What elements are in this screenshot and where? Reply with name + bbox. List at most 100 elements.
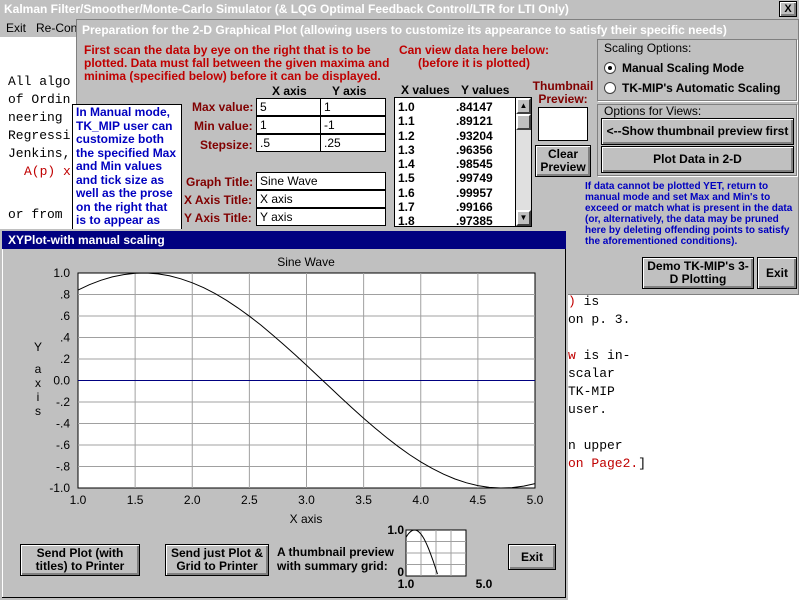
- menu-recon[interactable]: Re-Con: [36, 21, 77, 35]
- y-tick-label: -.2: [56, 395, 70, 409]
- data-scrollbar[interactable]: ▲ ▼: [515, 98, 531, 226]
- x-axis-label: X axis: [290, 512, 323, 526]
- list-item[interactable]: 1.4 .98545: [398, 157, 493, 171]
- y-axis-label: Y axis: [34, 340, 42, 418]
- scaling-options-label: Scaling Options:: [604, 41, 692, 55]
- y-tick-label: .4: [60, 331, 70, 345]
- thumb-x-right: 5.0: [476, 577, 493, 591]
- x-value: 1.0: [398, 100, 415, 114]
- data-rows: 1.0 .84147 1.1 .89121 1.2 .93204 1.3 .96356 1.4.…: [398, 100, 493, 229]
- auto-scaling-radio[interactable]: TK-MIP's Automatic Scaling: [604, 81, 780, 95]
- min-label: Min value:: [194, 119, 253, 133]
- data-listbox[interactable]: 1.0 .84147 1.1 .89121 1.2 .93204 1.3 .96356 1.4.…: [394, 97, 532, 229]
- x-tick-label: 2.5: [241, 493, 258, 507]
- list-item[interactable]: 1.8 .97385: [398, 214, 493, 228]
- x-tick-label: 3.5: [355, 493, 372, 507]
- step-label: Stepsize:: [200, 138, 253, 152]
- list-item[interactable]: 1.5 .99749: [398, 171, 493, 185]
- list-item[interactable]: 1.2 .93204: [398, 129, 493, 143]
- x-tick-label: 4.0: [412, 493, 429, 507]
- scroll-thumb[interactable]: [516, 114, 531, 130]
- bg-line: Regressi: [8, 128, 71, 143]
- data-header-x: X values: [401, 83, 450, 97]
- x-axis-title-label: X Axis Title:: [184, 193, 253, 207]
- list-item[interactable]: 1.7 .99166: [398, 200, 493, 214]
- y-tick-label: -1.0: [49, 481, 70, 495]
- max-label: Max value:: [192, 100, 254, 114]
- main-menu-bar: Exit Re-Con: [0, 19, 80, 37]
- x-tick-label: 5.0: [527, 493, 544, 507]
- bg-line: neering: [8, 110, 63, 125]
- demo-3d-button[interactable]: Demo TK-MIP's 3-D Plotting: [642, 257, 754, 289]
- manual-note: In Manual mode, TK_MIP user can customiz…: [76, 105, 177, 229]
- y-axis-title-label: Y Axis Title:: [184, 211, 252, 225]
- y-value: .89121: [456, 114, 493, 129]
- prep-exit-button[interactable]: Exit: [757, 257, 797, 289]
- main-bg-text-right: ) is on p. 3. w is in- scalar TK-MIP use…: [568, 294, 647, 471]
- y-tick-label: -.8: [56, 460, 70, 474]
- instructions-text: First scan the data by eye on the right …: [84, 43, 390, 83]
- x-axis-header: X axis: [272, 84, 307, 98]
- y-axis-title-input[interactable]: Y axis: [256, 208, 386, 226]
- graph-title-label: Graph Title:: [186, 175, 254, 189]
- x-min-input[interactable]: 1: [256, 116, 321, 134]
- radio-selected-icon: [604, 62, 616, 74]
- bg-line: All algo: [8, 74, 71, 89]
- y-tick-label: -.6: [56, 438, 70, 452]
- bg-line: of Ordin: [8, 92, 71, 107]
- thumb-x-left: 1.0: [398, 577, 415, 591]
- warning-note: If data cannot be plotted YET, return to…: [585, 181, 793, 247]
- main-close-button[interactable]: X: [779, 1, 797, 17]
- y-tick-label: .8: [60, 288, 70, 302]
- radio-unselected-icon: [604, 82, 616, 94]
- y-axis-header: Y axis: [332, 84, 367, 98]
- prep-dialog-titlebar: Preparation for the 2-D Graphical Plot (…: [78, 21, 797, 39]
- x-tick-label: 3.0: [298, 493, 315, 507]
- view-options-label: Options for Views:: [604, 104, 702, 118]
- y-tick-label: -.4: [56, 417, 70, 431]
- y-value: .84147: [456, 100, 493, 114]
- list-item[interactable]: 1.3 .96356: [398, 143, 493, 157]
- manual-scaling-radio[interactable]: Manual Scaling Mode: [604, 61, 744, 75]
- list-item[interactable]: 1.1 .89121: [398, 114, 493, 128]
- prep-dialog-title: Preparation for the 2-D Graphical Plot (…: [82, 23, 727, 37]
- send-plot-button[interactable]: Send Plot (with titles) to Printer: [20, 544, 140, 576]
- x-step-input[interactable]: .5: [256, 134, 321, 152]
- thumbnail-chart: 1.0 0 1.0 5.0: [387, 523, 493, 591]
- x-axis-title-input[interactable]: X axis: [256, 190, 386, 208]
- auto-scaling-label: TK-MIP's Automatic Scaling: [622, 81, 781, 95]
- plot-2d-button[interactable]: Plot Data in 2-D: [601, 146, 794, 173]
- y-value: .96356: [456, 142, 493, 157]
- send-grid-button[interactable]: Send just Plot & Grid to Printer: [165, 544, 269, 576]
- list-item[interactable]: 1.0 .84147: [398, 100, 493, 114]
- y-max-input[interactable]: 1: [320, 98, 386, 116]
- plot-exit-button[interactable]: Exit: [508, 544, 556, 570]
- scroll-up-arrow[interactable]: ▲: [516, 98, 531, 114]
- menu-exit[interactable]: Exit: [6, 21, 26, 35]
- data-header-y: Y values: [461, 83, 510, 97]
- scroll-down-arrow[interactable]: ▼: [516, 210, 531, 226]
- show-thumbnail-button[interactable]: <--Show thumbnail preview first: [601, 118, 794, 145]
- x-max-input[interactable]: 5: [256, 98, 321, 116]
- plot-window-titlebar: XYPlot-with manual scaling: [2, 231, 566, 249]
- y-value: .99749: [456, 171, 493, 186]
- graph-title-input[interactable]: Sine Wave: [256, 172, 386, 190]
- x-value: 1.2: [398, 128, 415, 143]
- chart-title: Sine Wave: [277, 255, 335, 269]
- sine-chart: Sine Wave 1.0 1.5 2.0 2.5 3.0 3.5 4.0 4.5 5.0 1.0…: [34, 255, 544, 526]
- y-step-input[interactable]: .25: [320, 134, 386, 152]
- x-value: 1.3: [398, 142, 415, 157]
- main-window-title: Kalman Filter/Smoother/Monte-Carlo Simul…: [4, 2, 569, 16]
- x-value: 1.5: [398, 171, 415, 186]
- bg-line-red: A(p) x: [24, 164, 71, 179]
- x-tick-label: 2.0: [184, 493, 201, 507]
- x-tick-label: 1.0: [70, 493, 87, 507]
- y-value: .97385: [456, 214, 493, 229]
- y-value: .99166: [456, 200, 493, 215]
- thumb-y-top: 1.0: [387, 523, 404, 537]
- main-bg-text-left: All algo of Ordin neering Regressi Jenki…: [8, 73, 71, 181]
- y-min-input[interactable]: -1: [320, 116, 386, 134]
- clear-preview-button[interactable]: Clear Preview: [535, 145, 591, 177]
- list-item[interactable]: 1.6 .99957: [398, 186, 493, 200]
- x-value: 1.1: [398, 114, 415, 129]
